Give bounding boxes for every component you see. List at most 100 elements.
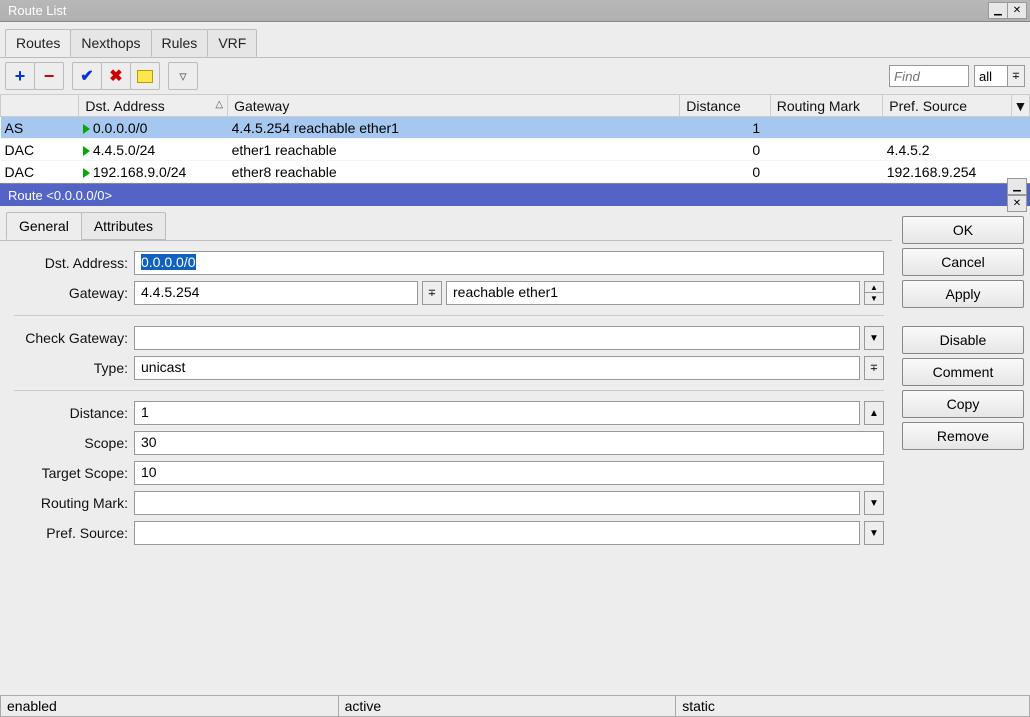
minus-icon: − bbox=[44, 66, 55, 87]
gateway-status-field[interactable]: reachable ether1 bbox=[446, 281, 860, 305]
distance-input[interactable]: 1 bbox=[134, 401, 860, 425]
distance-collapse-button[interactable]: ▲ bbox=[864, 401, 884, 425]
cell-pref-source: 4.4.5.2 bbox=[883, 139, 1012, 161]
filter-select-drop-button[interactable]: ∓ bbox=[1007, 65, 1025, 87]
label-distance: Distance: bbox=[8, 405, 134, 421]
label-scope: Scope: bbox=[8, 435, 134, 451]
col-flags[interactable] bbox=[1, 95, 79, 117]
col-pref-source[interactable]: Pref. Source bbox=[883, 95, 1012, 117]
route-list-title: Route List bbox=[3, 3, 67, 18]
cell-dst: 192.168.9.0/24 bbox=[79, 161, 228, 183]
gateway-spinner[interactable]: ▲▼ bbox=[864, 281, 884, 305]
tab-routes[interactable]: Routes bbox=[5, 29, 71, 57]
cell-routing-mark bbox=[770, 161, 883, 183]
label-pref-source: Pref. Source: bbox=[8, 525, 134, 541]
tab-nexthops[interactable]: Nexthops bbox=[70, 29, 151, 57]
route-edit-status-bar: enabled active static bbox=[0, 695, 1030, 717]
label-gateway: Gateway: bbox=[8, 285, 134, 301]
label-target-scope: Target Scope: bbox=[8, 465, 134, 481]
pref-source-input[interactable] bbox=[134, 521, 860, 545]
tab-general[interactable]: General bbox=[6, 212, 82, 240]
dst-address-input[interactable]: 0.0.0.0/0 bbox=[134, 251, 884, 275]
check-gateway-input[interactable] bbox=[134, 326, 860, 350]
cell-flags: DAC bbox=[1, 161, 79, 183]
route-edit-title: Route <0.0.0.0/0> bbox=[3, 188, 112, 203]
funnel-icon: ▿ bbox=[179, 67, 187, 85]
routing-mark-input[interactable] bbox=[134, 491, 860, 515]
table-row[interactable]: DAC192.168.9.0/24ether8 reachable0 192.16… bbox=[1, 161, 1030, 183]
tab-attributes[interactable]: Attributes bbox=[81, 212, 166, 240]
cell-routing-mark bbox=[770, 139, 883, 161]
status-active: active bbox=[339, 696, 677, 717]
route-edit-minimize-button[interactable]: ▁ bbox=[1007, 178, 1027, 195]
type-input[interactable]: unicast bbox=[134, 356, 860, 380]
sort-indicator-icon: △ bbox=[215, 99, 223, 110]
label-dst-address: Dst. Address: bbox=[8, 255, 134, 271]
comment-action-button[interactable]: Comment bbox=[902, 358, 1024, 386]
enable-button[interactable]: ✔ bbox=[72, 62, 102, 90]
cell-spacer bbox=[1011, 117, 1029, 139]
copy-button[interactable]: Copy bbox=[902, 390, 1024, 418]
col-gateway[interactable]: Gateway bbox=[228, 95, 680, 117]
plus-icon: + bbox=[15, 66, 26, 87]
check-icon: ✔ bbox=[80, 66, 93, 86]
comment-button[interactable] bbox=[130, 62, 160, 90]
gateway-input[interactable]: 4.4.5.254 bbox=[134, 281, 418, 305]
routing-mark-drop-button[interactable]: ▼ bbox=[864, 491, 884, 515]
type-drop-button[interactable]: ∓ bbox=[864, 356, 884, 380]
cell-routing-mark bbox=[770, 117, 883, 139]
cell-spacer bbox=[1011, 139, 1029, 161]
route-icon bbox=[83, 168, 90, 178]
remove-button[interactable]: − bbox=[34, 62, 64, 90]
cell-flags: AS bbox=[1, 117, 79, 139]
route-list-close-button[interactable]: ✕ bbox=[1007, 2, 1027, 19]
route-table: Dst. Address△ Gateway Distance Routing M… bbox=[0, 94, 1030, 183]
cell-gateway: ether1 reachable bbox=[228, 139, 680, 161]
cell-distance: 0 bbox=[680, 139, 770, 161]
col-distance[interactable]: Distance bbox=[680, 95, 770, 117]
cell-distance: 0 bbox=[680, 161, 770, 183]
route-edit-titlebar: Route <0.0.0.0/0> ▁ ✕ bbox=[0, 184, 1030, 206]
col-menu-button[interactable]: ▼ bbox=[1011, 95, 1029, 117]
target-scope-input[interactable]: 10 bbox=[134, 461, 884, 485]
status-enabled: enabled bbox=[0, 696, 339, 717]
route-icon bbox=[83, 124, 90, 134]
disable-button[interactable]: ✖ bbox=[101, 62, 131, 90]
gateway-drop-button[interactable]: ∓ bbox=[422, 281, 442, 305]
status-static: static bbox=[676, 696, 1030, 717]
cell-gateway: 4.4.5.254 reachable ether1 bbox=[228, 117, 680, 139]
label-routing-mark: Routing Mark: bbox=[8, 495, 134, 511]
ok-button[interactable]: OK bbox=[902, 216, 1024, 244]
scope-input[interactable]: 30 bbox=[134, 431, 884, 455]
cell-dst: 4.4.5.0/24 bbox=[79, 139, 228, 161]
apply-button[interactable]: Apply bbox=[902, 280, 1024, 308]
cell-flags: DAC bbox=[1, 139, 79, 161]
cell-pref-source bbox=[883, 117, 1012, 139]
tab-vrf[interactable]: VRF bbox=[207, 29, 257, 57]
col-dst-address[interactable]: Dst. Address△ bbox=[79, 95, 228, 117]
route-icon bbox=[83, 146, 90, 156]
route-list-tabs: Routes Nexthops Rules VRF bbox=[0, 22, 1030, 57]
filter-select[interactable]: all bbox=[974, 65, 1008, 87]
route-list-titlebar: Route List ▁ ✕ bbox=[0, 0, 1030, 22]
route-list-minimize-button[interactable]: ▁ bbox=[988, 2, 1008, 19]
cell-distance: 1 bbox=[680, 117, 770, 139]
remove-action-button[interactable]: Remove bbox=[902, 422, 1024, 450]
find-input[interactable] bbox=[889, 65, 969, 87]
cell-pref-source: 192.168.9.254 bbox=[883, 161, 1012, 183]
filter-button[interactable]: ▿ bbox=[168, 62, 198, 90]
note-icon bbox=[137, 70, 153, 83]
table-row[interactable]: AS0.0.0.0/04.4.5.254 reachable ether11 bbox=[1, 117, 1030, 139]
tab-rules[interactable]: Rules bbox=[151, 29, 209, 57]
label-check-gateway: Check Gateway: bbox=[8, 330, 134, 346]
disable-action-button[interactable]: Disable bbox=[902, 326, 1024, 354]
pref-source-drop-button[interactable]: ▼ bbox=[864, 521, 884, 545]
col-routing-mark[interactable]: Routing Mark bbox=[770, 95, 883, 117]
cancel-button[interactable]: Cancel bbox=[902, 248, 1024, 276]
add-button[interactable]: + bbox=[5, 62, 35, 90]
route-list-toolbar: + − ✔ ✖ ▿ all ∓ bbox=[0, 57, 1030, 94]
check-gateway-drop-button[interactable]: ▼ bbox=[864, 326, 884, 350]
cell-gateway: ether8 reachable bbox=[228, 161, 680, 183]
x-icon: ✖ bbox=[109, 66, 122, 86]
table-row[interactable]: DAC4.4.5.0/24ether1 reachable0 4.4.5.2 bbox=[1, 139, 1030, 161]
